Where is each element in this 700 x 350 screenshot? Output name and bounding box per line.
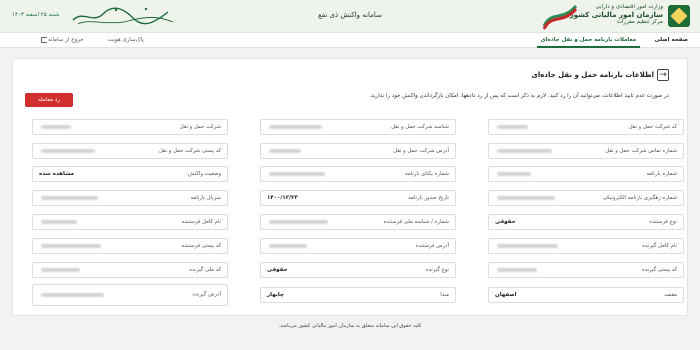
reject-transaction-button[interactable]: رد معامله <box>25 93 73 107</box>
field-23: مقصد اصفهان <box>488 287 684 303</box>
field-20: کد پستی گیرنده <box>488 262 684 278</box>
redacted-value <box>497 268 537 272</box>
field-label: آدرس فرستنده <box>415 243 449 249</box>
field-value: اصفهان <box>495 292 517 298</box>
field-label: کد ملی گیرنده <box>189 267 221 273</box>
redacted-value <box>41 268 80 272</box>
page-title: اطلاعات بارنامه حمل و نقل جاده‌ای <box>531 71 654 79</box>
logout-icon[interactable] <box>41 37 47 43</box>
field-value: مشاهده شده <box>39 171 75 177</box>
field-7: شماره یکتای بارنامه <box>260 166 456 182</box>
field-label: شماره / شناسه ملی فرستنده <box>383 219 449 225</box>
field-12: نام کامل فرستنده <box>32 214 228 230</box>
rejection-notice: در صورت عدم تایید اطلاعات، می‌توانید آن … <box>369 93 669 99</box>
field-8: شماره بارنامه <box>488 166 684 182</box>
field-label: کد پستی گیرنده <box>642 267 677 273</box>
current-date: شنبه ۲۵ اسفند ۱۴۰۳ <box>12 12 60 18</box>
field-label: سریال بارنامه <box>190 195 221 201</box>
field-value: حقوقی <box>267 267 288 273</box>
field-label: شماره یکتای بارنامه <box>405 171 449 177</box>
calligraphy-slogan-icon <box>72 7 174 25</box>
field-label: آدرس گیرنده <box>192 291 221 298</box>
field-label: شرکت حمل و نقل <box>179 124 221 130</box>
field-1: شناسه شرکت حمل و نقل <box>260 119 456 135</box>
field-label: نام کامل فرستنده <box>181 219 221 225</box>
field-label: نوع گیرنده <box>425 267 449 273</box>
redacted-value <box>497 196 555 200</box>
field-label: نام کامل گیرنده <box>642 243 677 249</box>
field-label: شماره تماس شرکت حمل و نقل <box>605 148 677 154</box>
redacted-value <box>269 244 307 248</box>
header: وزارت امور اقتصادی و دارایی سازمان امور … <box>0 0 700 33</box>
redacted-value <box>269 149 301 153</box>
field-label: کد شرکت حمل و نقل <box>628 124 677 130</box>
field-label: شماره بارنامه <box>646 171 677 177</box>
field-label: کد پستی شرکت حمل و نقل <box>158 148 221 154</box>
field-label: شماره رهگیری بارنامه الکترونیکی <box>602 195 677 201</box>
field-label: شناسه شرکت حمل و نقل <box>391 124 449 130</box>
field-value: چابهار <box>267 292 284 298</box>
field-label: مقصد <box>664 292 677 298</box>
field-value: ۱۴۰۰/۱۲/۲۳ <box>267 195 298 201</box>
tab-road-waybill-transactions[interactable]: معاملات بارنامه حمل و نقل جاده‌ای <box>536 33 640 48</box>
field-4: آدرس شرکت حمل و نقل <box>260 143 456 159</box>
top-nav: صفحه اصلی معاملات بارنامه حمل و نقل جاده… <box>0 33 700 48</box>
redacted-value <box>41 196 98 200</box>
redacted-value <box>497 125 528 129</box>
field-label: نوع فرستنده <box>649 219 677 225</box>
redacted-value <box>41 125 71 129</box>
field-22: مبدا چابهار <box>260 287 456 303</box>
redacted-value <box>41 293 104 297</box>
logout-link[interactable]: خروج از سامانه <box>48 33 84 48</box>
redacted-value <box>41 220 77 224</box>
field-9: سریال بارنامه <box>32 190 228 206</box>
field-label: تاریخ صدور بارنامه <box>408 195 449 201</box>
field-6: وضعیت واکنش مشاهده شده <box>32 166 228 182</box>
field-13: شماره / شناسه ملی فرستنده <box>260 214 456 230</box>
field-21: آدرس گیرنده <box>32 284 228 306</box>
nav-home-link[interactable]: صفحه اصلی <box>655 33 689 48</box>
field-16: آدرس فرستنده <box>260 238 456 254</box>
redacted-value <box>41 244 101 248</box>
field-label: مبدا <box>440 292 449 298</box>
redacted-value <box>41 149 95 153</box>
redacted-value <box>497 172 531 176</box>
field-17: نام کامل گیرنده <box>488 238 684 254</box>
field-11: شماره رهگیری بارنامه الکترونیکی <box>488 190 684 206</box>
field-19: نوع گیرنده حقوقی <box>260 262 456 278</box>
field-15: کد پستی فرستنده <box>32 238 228 254</box>
field-label: وضعیت واکنش <box>188 171 221 177</box>
back-arrow-icon[interactable]: → <box>657 69 669 81</box>
field-label: کد پستی فرستنده <box>181 243 221 249</box>
field-2: کد شرکت حمل و نقل <box>488 119 684 135</box>
field-10: تاریخ صدور بارنامه ۱۴۰۰/۱۲/۲۳ <box>260 190 456 206</box>
field-18: کد ملی گیرنده <box>32 262 228 278</box>
redacted-value <box>497 149 552 153</box>
redacted-value <box>269 172 325 176</box>
clear-identity-link[interactable]: پاک‌سازی هویت <box>108 33 144 48</box>
redacted-value <box>269 220 328 224</box>
redacted-value <box>497 244 558 248</box>
field-label: آدرس شرکت حمل و نقل <box>393 148 449 154</box>
field-value: حقوقی <box>495 219 516 225</box>
field-3: کد پستی شرکت حمل و نقل <box>32 143 228 159</box>
field-5: شماره تماس شرکت حمل و نقل <box>488 143 684 159</box>
field-14: نوع فرستنده حقوقی <box>488 214 684 230</box>
footer-copyright: کلیه حقوق این سامانه متعلق به سازمان امو… <box>278 323 422 329</box>
field-0: شرکت حمل و نقل <box>32 119 228 135</box>
redacted-value <box>269 125 322 129</box>
